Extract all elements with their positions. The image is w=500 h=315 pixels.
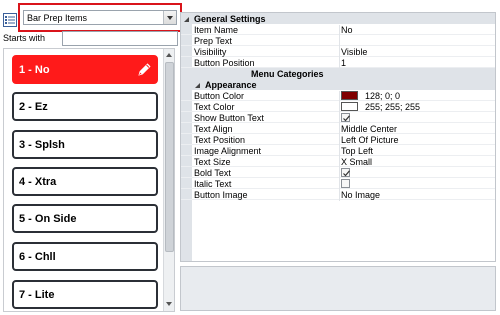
property-bold-text[interactable]: Bold Text: [181, 167, 495, 179]
property-item-name[interactable]: Item Name No: [181, 24, 495, 36]
checkbox[interactable]: [341, 179, 350, 188]
category-label: Menu Categories: [251, 69, 324, 79]
item-button-label: 2 - Ez: [19, 101, 48, 113]
property-text-size[interactable]: Text Size X Small: [181, 156, 495, 168]
property-value[interactable]: X Small: [341, 157, 372, 167]
collapse-triangle-icon[interactable]: [195, 83, 200, 88]
property-text-color[interactable]: Text Color 255; 255; 255: [181, 101, 495, 113]
property-text-position[interactable]: Text Position Left Of Picture: [181, 134, 495, 146]
item-button-7[interactable]: 7 - Lite: [12, 280, 158, 309]
item-button-4[interactable]: 4 - Xtra: [12, 167, 158, 196]
chevron-down-icon: [167, 16, 173, 20]
dropdown-value: Bar Prep Items: [27, 13, 88, 23]
item-button-label: 5 - On Side: [19, 213, 77, 225]
item-button-label: 1 - No: [19, 64, 50, 76]
property-italic-text[interactable]: Italic Text: [181, 178, 495, 190]
arrow-up-icon: [166, 53, 172, 57]
property-value[interactable]: 128; 0; 0: [365, 91, 400, 101]
collapse-triangle-icon[interactable]: [184, 17, 189, 22]
dropdown-button[interactable]: [163, 11, 176, 24]
color-swatch[interactable]: [341, 102, 358, 111]
property-text-align[interactable]: Text Align Middle Center: [181, 123, 495, 135]
category-label: General Settings: [194, 14, 266, 24]
category-label: Appearance: [205, 80, 257, 90]
property-name: Button Image: [194, 190, 340, 201]
item-button-label: 4 - Xtra: [19, 176, 57, 188]
item-button-3[interactable]: 3 - Splsh: [12, 130, 158, 159]
starts-with-label: Starts with: [3, 33, 46, 43]
scroll-up-button[interactable]: [164, 50, 174, 61]
item-button-6[interactable]: 6 - Chll: [12, 242, 158, 271]
property-button-position[interactable]: Button Position 1: [181, 57, 495, 69]
scroll-down-button[interactable]: [164, 299, 174, 310]
property-value[interactable]: No Image: [341, 190, 380, 200]
list-view-icon[interactable]: [3, 13, 17, 27]
property-value[interactable]: Middle Center: [341, 124, 397, 134]
property-value[interactable]: Visible: [341, 47, 367, 57]
category-appearance[interactable]: Appearance: [181, 79, 495, 90]
color-swatch[interactable]: [341, 91, 358, 100]
category-dropdown[interactable]: Bar Prep Items: [23, 10, 177, 25]
pencil-edit-icon[interactable]: [137, 62, 152, 77]
item-button-2[interactable]: 2 - Ez: [12, 92, 158, 121]
property-button-color[interactable]: Button Color 128; 0; 0: [181, 90, 495, 102]
checkmark-icon: [343, 115, 350, 122]
arrow-down-icon: [166, 302, 172, 306]
checkbox[interactable]: [341, 113, 350, 122]
property-description-pane: [180, 266, 496, 311]
property-prep-text[interactable]: Prep Text: [181, 35, 495, 47]
scroll-thumb[interactable]: [165, 62, 174, 252]
item-list: 1 - No 2 - Ez 3 - Splsh 4 - Xtra 5 - On …: [3, 48, 175, 312]
property-image-alignment[interactable]: Image Alignment Top Left: [181, 145, 495, 157]
property-button-image[interactable]: Button Image No Image: [181, 189, 495, 201]
starts-with-input[interactable]: [62, 31, 178, 46]
item-button-label: 6 - Chll: [19, 251, 56, 263]
category-menu-categories[interactable]: Menu Categories: [181, 68, 495, 79]
item-button-label: 3 - Splsh: [19, 139, 65, 151]
property-grid: General Settings Item Name No Prep Text …: [180, 12, 496, 262]
checkbox[interactable]: [341, 168, 350, 177]
property-value[interactable]: 1: [341, 58, 346, 68]
property-value[interactable]: Top Left: [341, 146, 373, 156]
item-list-scrollbar[interactable]: [163, 49, 174, 311]
checkmark-icon: [343, 170, 350, 177]
item-button-label: 7 - Lite: [19, 289, 55, 301]
item-button-5[interactable]: 5 - On Side: [12, 204, 158, 233]
property-value[interactable]: Left Of Picture: [341, 135, 399, 145]
category-general-settings[interactable]: General Settings: [181, 13, 495, 24]
item-button-1[interactable]: 1 - No: [12, 55, 158, 84]
property-visibility[interactable]: Visibility Visible: [181, 46, 495, 58]
property-show-button-text[interactable]: Show Button Text: [181, 112, 495, 124]
property-value[interactable]: No: [341, 25, 353, 35]
property-value[interactable]: 255; 255; 255: [365, 102, 420, 112]
